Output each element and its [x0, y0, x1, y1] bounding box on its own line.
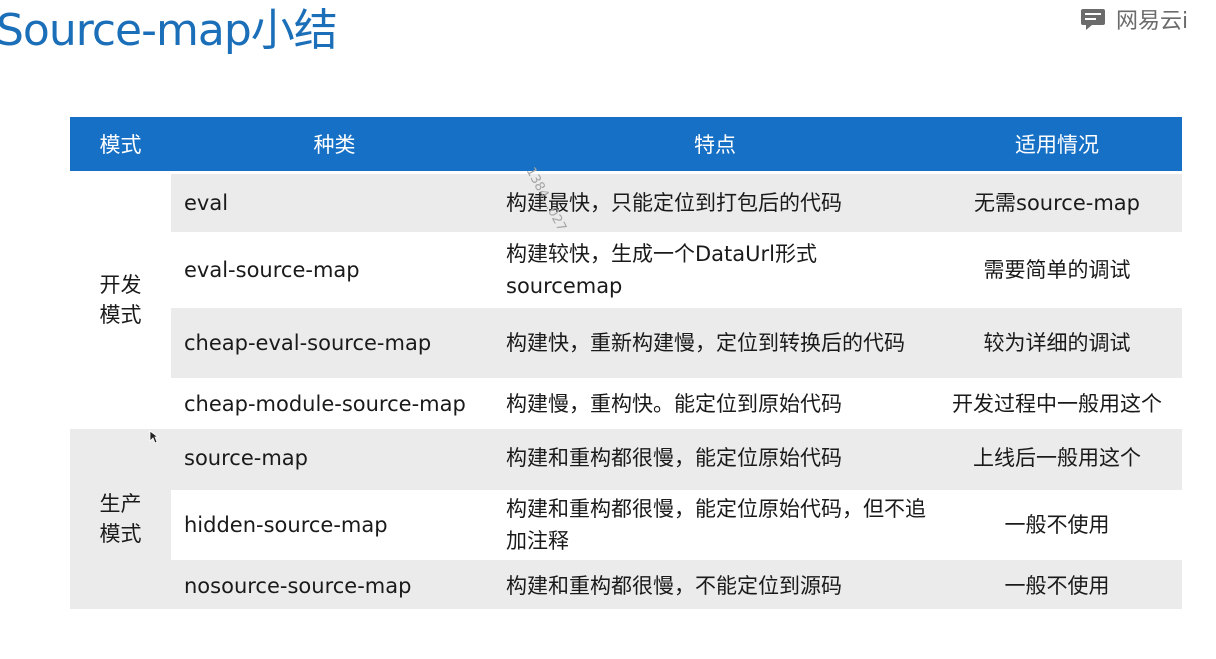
cell-type: cheap-module-source-map: [184, 391, 466, 416]
cell-type: eval-source-map: [184, 258, 360, 282]
cell-usage: 一般不使用: [932, 563, 1182, 609]
cell-usage: 开发过程中一般用这个: [952, 391, 1162, 416]
chat-bubble-icon: [1081, 9, 1105, 30]
group-label: 开发 模式: [70, 174, 171, 426]
cell-feature: 构建和重构都很慢，能定位原始代码: [498, 429, 932, 487]
table-row: cheap-module-source-map 构建慢，重构快。能定位到原始代码…: [171, 381, 1182, 426]
cell-feature: 构建快，重新构建慢，定位到转换后的代码: [498, 308, 932, 378]
cell-type: eval: [171, 174, 498, 232]
group-label-line: 生产: [99, 492, 142, 516]
cell-usage: 上线后一般用这个: [932, 429, 1182, 487]
cell-usage: 一般不使用: [1004, 513, 1110, 537]
table-row: cheap-eval-source-map 构建快，重新构建慢，定位到转换后的代…: [171, 308, 1182, 378]
table-row: source-map 构建和重构都很慢，能定位原始代码 上线后一般用这个: [171, 429, 1182, 487]
cell-feature: 构建和重构都很慢，能定位原始代码，但不追加注释: [506, 497, 926, 553]
table-row: eval 构建最快，只能定位到打包后的代码 无需source-map: [171, 174, 1182, 232]
table-row: hidden-source-map 构建和重构都很慢，能定位原始代码，但不追加注…: [171, 490, 1182, 560]
cell-usage: 较为详细的调试: [932, 308, 1182, 378]
header-mode: 模式: [99, 133, 142, 157]
group-label-line: 模式: [99, 303, 142, 327]
source-map-table: 模式 种类 特点 适用情况 开发 模式 eval 构建最快，只能定位到打包后的代…: [70, 117, 1182, 609]
table-header: 模式 种类 特点 适用情况: [70, 117, 1182, 171]
table-row: eval-source-map 构建较快，生成一个DataUrl形式source…: [171, 235, 1182, 305]
group-label: 生产 模式: [70, 429, 171, 609]
group-label-line: 模式: [99, 522, 142, 546]
brand-logo: 网易云i: [1080, 3, 1188, 35]
group-development: 开发 模式 eval 构建最快，只能定位到打包后的代码 无需source-map…: [70, 174, 1182, 426]
cell-usage: 需要简单的调试: [983, 258, 1131, 282]
cell-type: cheap-eval-source-map: [171, 308, 498, 378]
mouse-cursor-icon: [149, 430, 159, 444]
slide-title: Source-map小结: [0, 5, 338, 56]
cell-usage: 无需source-map: [932, 174, 1182, 232]
cell-type: source-map: [171, 429, 498, 487]
header-usage: 适用情况: [1015, 133, 1099, 157]
group-label-line: 开发: [99, 273, 142, 297]
brand-text: 网易云i: [1116, 9, 1189, 34]
header-type: 种类: [313, 133, 356, 157]
cell-type: hidden-source-map: [184, 513, 388, 537]
cell-feature: 构建慢，重构快。能定位到原始代码: [506, 391, 842, 416]
cell-feature: 构建较快，生成一个DataUrl形式sourcemap: [506, 242, 817, 298]
cell-type: nosource-source-map: [171, 563, 498, 609]
cell-feature: 构建和重构都很慢，不能定位到源码: [498, 563, 932, 609]
group-production: 生产 模式 source-map 构建和重构都很慢，能定位原始代码 上线后一般用…: [70, 429, 1182, 609]
table-row: nosource-source-map 构建和重构都很慢，不能定位到源码 一般不…: [171, 563, 1182, 609]
header-feature: 特点: [694, 133, 736, 157]
